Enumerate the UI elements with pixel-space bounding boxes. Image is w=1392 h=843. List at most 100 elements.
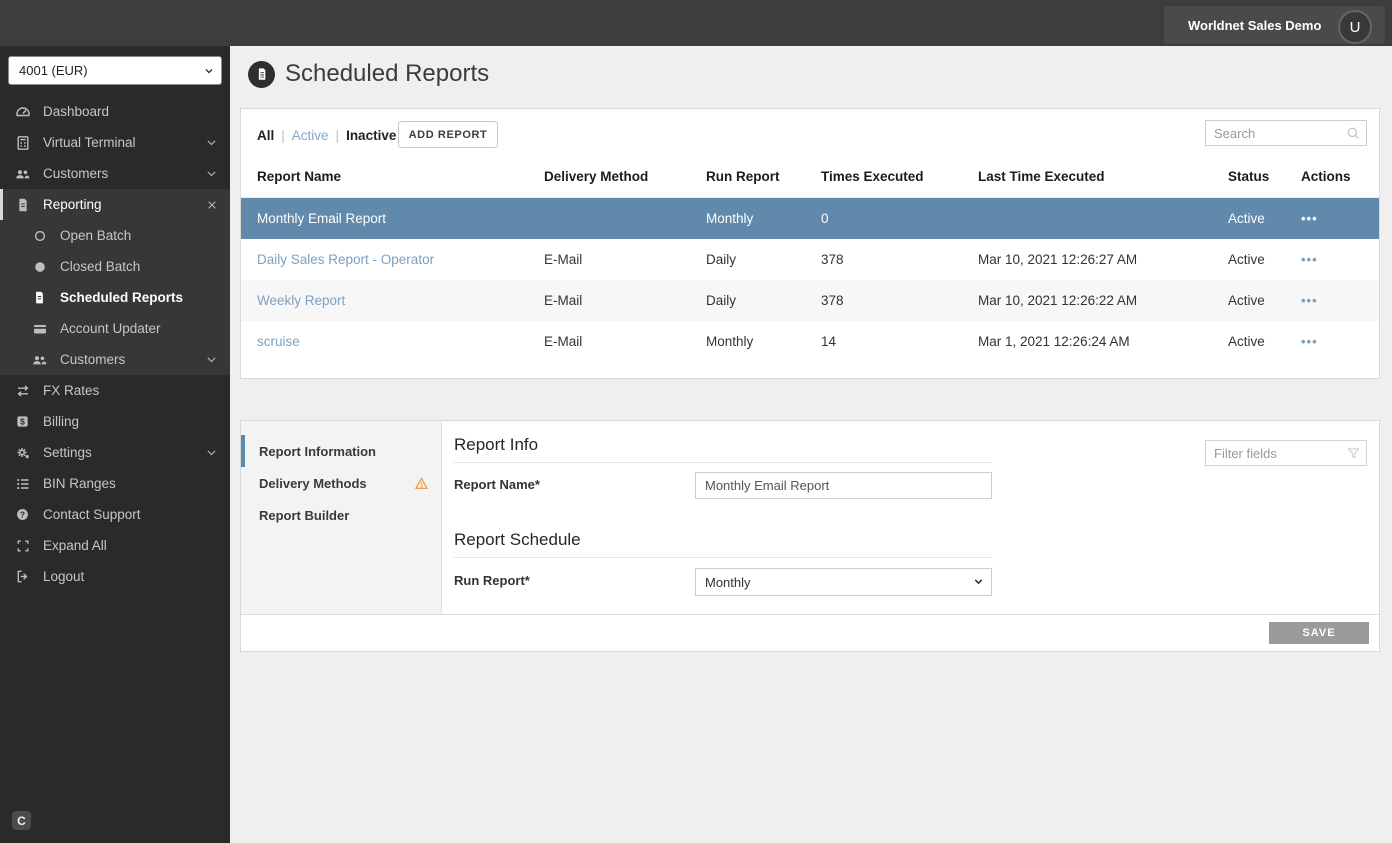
column-header: Last Time Executed xyxy=(978,169,1105,184)
sidebar-item-settings[interactable]: Settings xyxy=(0,437,230,468)
filter-inactive[interactable]: Inactive xyxy=(346,128,396,143)
search-input[interactable] xyxy=(1206,121,1366,145)
sidebar-item-label: Billing xyxy=(43,414,80,429)
terminal-select[interactable]: 4001 (EUR) xyxy=(8,56,222,85)
sidebar-item-contact-support[interactable]: ? Contact Support xyxy=(0,499,230,530)
row-actions-button[interactable]: ••• xyxy=(1301,239,1318,280)
cell-times-executed: 378 xyxy=(821,293,844,308)
add-report-button[interactable]: ADD REPORT xyxy=(398,121,498,148)
sidebar-item-billing[interactable]: $ Billing xyxy=(0,406,230,437)
column-header: Actions xyxy=(1301,169,1351,184)
cell-delivery-method: E-Mail xyxy=(544,293,583,308)
sidebar-item-fx-rates[interactable]: FX Rates xyxy=(0,375,230,406)
sidebar-item-customers[interactable]: Customers xyxy=(0,158,230,189)
sidebar-item-reporting[interactable]: Reporting xyxy=(0,189,230,220)
fx-swap-icon xyxy=(14,383,31,399)
tab-label: Delivery Methods xyxy=(259,475,367,491)
customers-icon xyxy=(14,166,31,182)
table-row[interactable]: Monthly Email Report Monthly 0 Active ••… xyxy=(241,198,1379,239)
list-icon xyxy=(14,476,31,492)
customers-icon xyxy=(31,352,48,368)
page-title: Scheduled Reports xyxy=(285,60,490,87)
account-menu[interactable]: Worldnet Sales Demo U xyxy=(1164,6,1385,44)
sidebar-item-dashboard[interactable]: Dashboard xyxy=(0,96,230,127)
cell-last-executed: Mar 1, 2021 12:26:24 AM xyxy=(978,334,1130,349)
sidebar-item-expand-all[interactable]: Expand All xyxy=(0,530,230,561)
tab-delivery-methods[interactable]: Delivery Methods xyxy=(241,467,441,499)
cell-report-name[interactable]: scruise xyxy=(257,321,300,362)
close-icon[interactable] xyxy=(206,199,218,211)
save-button[interactable]: SAVE xyxy=(1269,622,1369,644)
sidebar-reporting-group: Reporting Open Batch Closed Batch Schedu… xyxy=(0,189,230,375)
sidebar-item-label: Expand All xyxy=(43,538,107,553)
page-header: Scheduled Reports xyxy=(248,60,489,88)
cell-delivery-method: E-Mail xyxy=(544,252,583,267)
run-report-select[interactable]: Monthly xyxy=(695,568,992,596)
section-title-report-info: Report Info xyxy=(454,435,539,454)
run-report-label: Run Report* xyxy=(454,573,530,588)
sidebar-item-label: Virtual Terminal xyxy=(43,135,136,150)
cell-status: Active xyxy=(1228,293,1265,308)
filter-active[interactable]: Active xyxy=(292,128,329,143)
table-header: Report Name Delivery Method Run Report T… xyxy=(241,156,1379,198)
logout-icon xyxy=(14,569,31,585)
sidebar-item-label: Customers xyxy=(43,166,109,181)
chevron-down-icon[interactable] xyxy=(205,136,218,149)
table-row[interactable]: Weekly Report E-Mail Daily 378 Mar 10, 2… xyxy=(241,280,1379,321)
filter-separator: | xyxy=(281,128,285,143)
reports-table-panel: All | Active | Inactive ADD REPORT Report Na… xyxy=(240,108,1380,379)
sidebar-item-open-batch[interactable]: Open Batch xyxy=(0,220,230,251)
sidebar-item-label: Reporting xyxy=(43,197,102,212)
column-header: Delivery Method xyxy=(544,169,649,184)
sidebar-item-label: Contact Support xyxy=(43,507,141,522)
sidebar-item-closed-batch[interactable]: Closed Batch xyxy=(0,251,230,282)
chevron-down-icon[interactable] xyxy=(205,353,218,366)
tab-label: Report Builder xyxy=(259,507,350,523)
billing-icon: $ xyxy=(14,414,31,430)
sidebar-item-bin-ranges[interactable]: BIN Ranges xyxy=(0,468,230,499)
section-divider xyxy=(454,462,992,463)
row-actions-button[interactable]: ••• xyxy=(1301,280,1318,321)
sidebar-item-logout[interactable]: Logout xyxy=(0,561,230,592)
tab-label: Report Information xyxy=(259,443,376,459)
sidebar-item-label: Account Updater xyxy=(60,321,161,336)
filter-fields-input[interactable] xyxy=(1206,441,1366,465)
filter-funnel-icon xyxy=(1346,446,1361,466)
cell-times-executed: 14 xyxy=(821,334,837,349)
cell-run-report: Monthly xyxy=(706,211,754,226)
cell-last-executed: Mar 10, 2021 12:26:27 AM xyxy=(978,252,1138,267)
sidebar-item-label: BIN Ranges xyxy=(43,476,116,491)
cell-run-report: Monthly xyxy=(706,334,754,349)
row-actions-button[interactable]: ••• xyxy=(1301,198,1318,239)
cell-report-name[interactable]: Daily Sales Report - Operator xyxy=(257,239,434,280)
detail-form: Report Info Report Name* Report Schedule… xyxy=(443,421,1379,615)
section-divider xyxy=(454,557,992,558)
tab-report-information[interactable]: Report Information xyxy=(241,435,441,467)
sidebar-item-customers-sub[interactable]: Customers xyxy=(0,344,230,375)
chevron-down-icon[interactable] xyxy=(205,446,218,459)
cell-delivery-method: E-Mail xyxy=(544,334,583,349)
sidebar-item-account-updater[interactable]: Account Updater xyxy=(0,313,230,344)
cell-report-name[interactable]: Weekly Report xyxy=(257,280,345,321)
help-icon: ? xyxy=(14,507,31,523)
column-header: Report Name xyxy=(257,169,342,184)
terminal-select-wrap: 4001 (EUR) xyxy=(8,56,222,85)
table-row[interactable]: scruise E-Mail Monthly 14 Mar 1, 2021 12… xyxy=(241,321,1379,362)
tab-report-builder[interactable]: Report Builder xyxy=(241,499,441,531)
table-row[interactable]: Daily Sales Report - Operator E-Mail Dai… xyxy=(241,239,1379,280)
cell-report-name[interactable]: Monthly Email Report xyxy=(257,198,386,239)
sidebar-item-label: Scheduled Reports xyxy=(60,290,184,305)
main-content: Scheduled Reports All | Active | Inactive AD… xyxy=(230,46,1392,843)
cell-status: Active xyxy=(1228,211,1265,226)
sidebar-item-virtual-terminal[interactable]: Virtual Terminal xyxy=(0,127,230,158)
table-body: Monthly Email Report Monthly 0 Active ••… xyxy=(241,198,1379,362)
user-avatar[interactable]: U xyxy=(1338,10,1372,44)
sidebar-item-scheduled-reports[interactable]: Scheduled Reports xyxy=(0,282,230,313)
row-actions-button[interactable]: ••• xyxy=(1301,321,1318,362)
filter-all[interactable]: All xyxy=(257,128,274,143)
cookie-badge[interactable]: C xyxy=(12,811,31,830)
chevron-down-icon[interactable] xyxy=(205,167,218,180)
run-report-select-wrap: Monthly xyxy=(695,568,992,596)
calculator-icon xyxy=(14,135,31,151)
report-name-field[interactable] xyxy=(695,472,992,499)
